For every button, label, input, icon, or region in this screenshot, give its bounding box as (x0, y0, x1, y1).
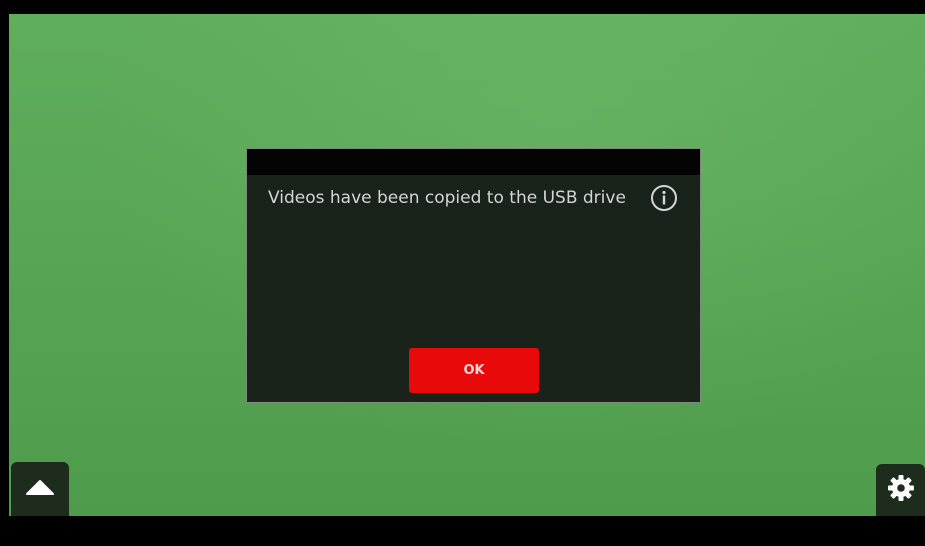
gear-icon (886, 473, 916, 507)
dialog-header (247, 149, 700, 175)
triangle-up-icon (23, 477, 57, 501)
info-icon[interactable] (650, 184, 678, 212)
notification-dialog: Videos have been copied to the USB drive… (246, 148, 701, 403)
screen: Videos have been copied to the USB drive… (0, 0, 925, 546)
menu-up-button[interactable] (11, 462, 69, 516)
ok-button[interactable]: OK (409, 348, 539, 393)
settings-button[interactable] (876, 464, 925, 516)
bottom-black-bar (0, 516, 925, 546)
dialog-message: Videos have been copied to the USB drive (268, 188, 626, 208)
